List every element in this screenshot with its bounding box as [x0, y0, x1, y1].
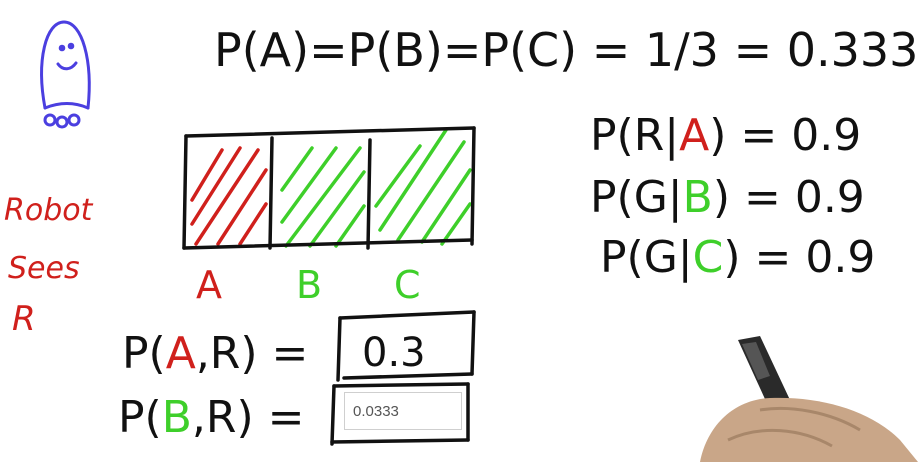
robot-label-line-2: Sees	[8, 251, 80, 286]
joint-a-answer: 0.3	[362, 330, 426, 376]
likelihood-1-suffix: ) = 0.9	[709, 110, 861, 161]
likelihood-3-prefix: P(G|	[600, 232, 693, 283]
likelihood-1: P(R|A) = 0.9	[590, 110, 861, 161]
likelihood-list: P(R|A) = 0.9 P(G|B) = 0.9 P(G|C) = 0.9	[590, 110, 875, 283]
joint-b-cell: B	[162, 392, 192, 443]
joint-b-expression: P(B,R) =	[118, 392, 304, 443]
likelihood-3: P(G|C) = 0.9	[600, 232, 875, 283]
likelihood-3-cell: C	[693, 232, 724, 283]
robot-icon	[40, 20, 91, 129]
joint-b-suffix: ,R) =	[192, 392, 305, 443]
robot-sees-label: Robot Sees R	[4, 193, 94, 339]
likelihood-2-suffix: ) = 0.9	[713, 172, 865, 223]
joint-a-expression: P(A,R) =	[122, 328, 308, 379]
cell-b-hatch	[280, 146, 366, 248]
cell-label-a: A	[196, 263, 222, 307]
joint-b-prefix: P(	[118, 392, 162, 443]
cell-label-b: B	[296, 263, 322, 307]
world-grid	[182, 126, 476, 250]
likelihood-3-suffix: ) = 0.9	[723, 232, 875, 283]
robot-label-line-3: R	[12, 299, 36, 339]
likelihood-1-prefix: P(R|	[590, 110, 679, 161]
prior-equation: P(A)=P(B)=P(C) = 1/3 = 0.333	[214, 23, 918, 77]
robot-label-line-1: Robot	[4, 193, 94, 228]
joint-b-answer-input[interactable]	[344, 392, 462, 430]
joint-a-prefix: P(	[122, 328, 166, 379]
likelihood-1-cell: A	[679, 110, 709, 161]
cell-a-hatch	[190, 146, 268, 246]
likelihood-2-prefix: P(G|	[590, 172, 683, 223]
likelihood-2-cell: B	[683, 172, 713, 223]
likelihood-2: P(G|B) = 0.9	[590, 172, 865, 223]
joint-a-cell: A	[166, 328, 196, 379]
cell-label-c: C	[394, 263, 421, 307]
hand-with-marker-image	[700, 336, 918, 462]
joint-a-suffix: ,R) =	[196, 328, 309, 379]
cell-c-hatch	[374, 128, 472, 246]
